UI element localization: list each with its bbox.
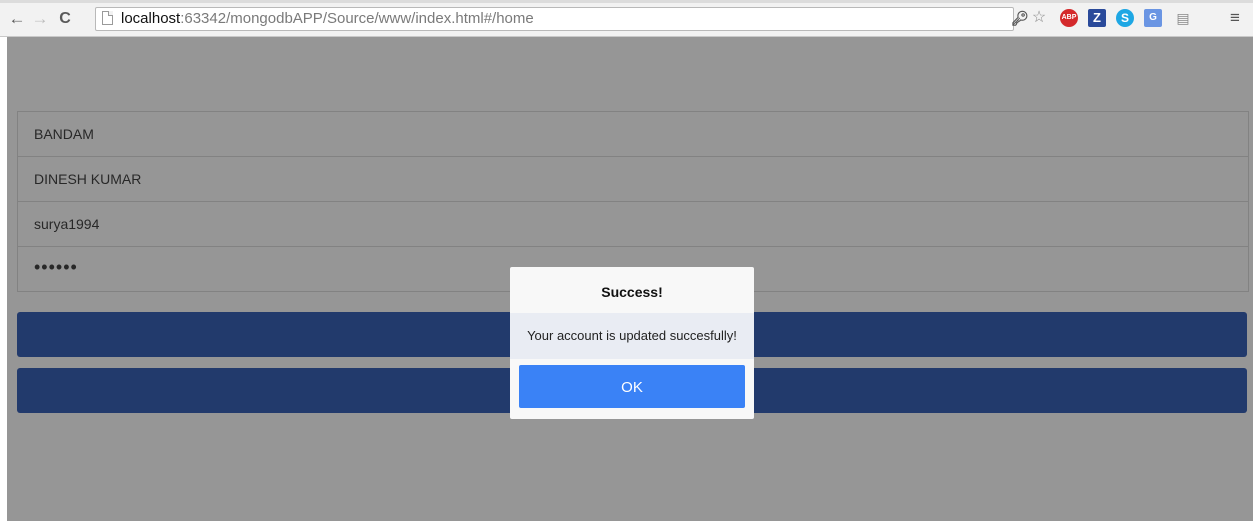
tabstrip-edge [0, 0, 1253, 3]
url-host: localhost [121, 10, 181, 27]
url-path: :63342/mongodbAPP/Source/www/index.html#… [180, 10, 534, 27]
dialog-title: Success! [601, 284, 663, 300]
url-text[interactable]: localhost:63342/mongodbAPP/Source/www/in… [121, 10, 534, 28]
address-bar[interactable]: localhost:63342/mongodbAPP/Source/www/in… [95, 7, 1014, 31]
dialog-message: Your account is updated succesfully! [510, 313, 754, 359]
back-arrow-icon[interactable]: ← [8, 9, 26, 29]
browser-toolbar: ← → C localhost:63342/mongodbAPP/Source/… [0, 0, 1253, 37]
skype-icon[interactable]: S [1116, 9, 1134, 27]
key-icon[interactable]: 🔑︎ [1011, 9, 1029, 27]
translate-icon[interactable]: G [1144, 9, 1162, 27]
menu-icon[interactable]: ≡ [1226, 9, 1244, 27]
document-icon[interactable]: ▤ [1174, 9, 1192, 27]
reload-icon[interactable]: C [56, 9, 74, 29]
success-dialog: Success! Your account is updated succesf… [510, 267, 754, 419]
page-icon [102, 11, 113, 25]
adblock-icon[interactable]: ABP [1060, 9, 1078, 27]
zotero-icon[interactable]: Z [1088, 9, 1106, 27]
ok-button[interactable]: OK [519, 365, 745, 408]
forward-arrow-icon[interactable]: → [31, 9, 49, 29]
star-icon[interactable]: ☆ [1030, 9, 1048, 27]
